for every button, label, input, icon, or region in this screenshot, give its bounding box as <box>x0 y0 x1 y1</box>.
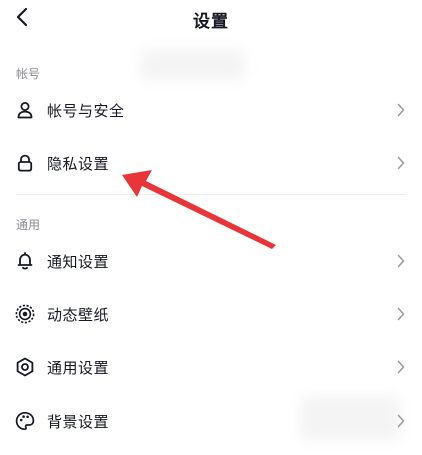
section-divider <box>16 194 406 195</box>
settings-page: 设置 帐号 帐号与安全 隐私设置 通用 通知设置 动态壁纸 通用设置 背景设置 <box>0 0 422 455</box>
settings-item-privacy[interactable]: 隐私设置 <box>0 139 422 187</box>
settings-item-label: 通知设置 <box>47 253 110 271</box>
settings-item-background[interactable]: 背景设置 <box>0 397 422 445</box>
settings-item-live-wallpaper[interactable]: 动态壁纸 <box>0 290 422 338</box>
settings-item-general[interactable]: 通用设置 <box>0 343 422 391</box>
gear-icon <box>14 356 36 378</box>
chevron-right-icon <box>394 412 408 430</box>
page-title: 设置 <box>193 12 229 32</box>
settings-item-label: 帐号与安全 <box>47 102 125 120</box>
settings-item-label: 通用设置 <box>47 359 110 377</box>
radar-icon <box>14 303 36 325</box>
user-icon <box>14 99 36 121</box>
bell-icon <box>14 250 36 272</box>
settings-item-notifications[interactable]: 通知设置 <box>0 237 422 285</box>
chevron-right-icon <box>394 154 408 172</box>
chevron-right-icon <box>394 305 408 323</box>
settings-item-label: 隐私设置 <box>47 155 110 173</box>
lock-icon <box>14 152 36 174</box>
settings-item-label: 动态壁纸 <box>47 306 110 324</box>
section-label-account: 帐号 <box>16 67 41 81</box>
chevron-right-icon <box>394 252 408 270</box>
redacted-area <box>140 50 245 80</box>
settings-item-label: 背景设置 <box>47 413 110 431</box>
chevron-right-icon <box>394 358 408 376</box>
palette-icon <box>14 410 36 432</box>
top-bar: 设置 <box>0 0 422 40</box>
chevron-right-icon <box>394 101 408 119</box>
settings-item-account-security[interactable]: 帐号与安全 <box>0 86 422 134</box>
section-label-general: 通用 <box>16 218 41 232</box>
